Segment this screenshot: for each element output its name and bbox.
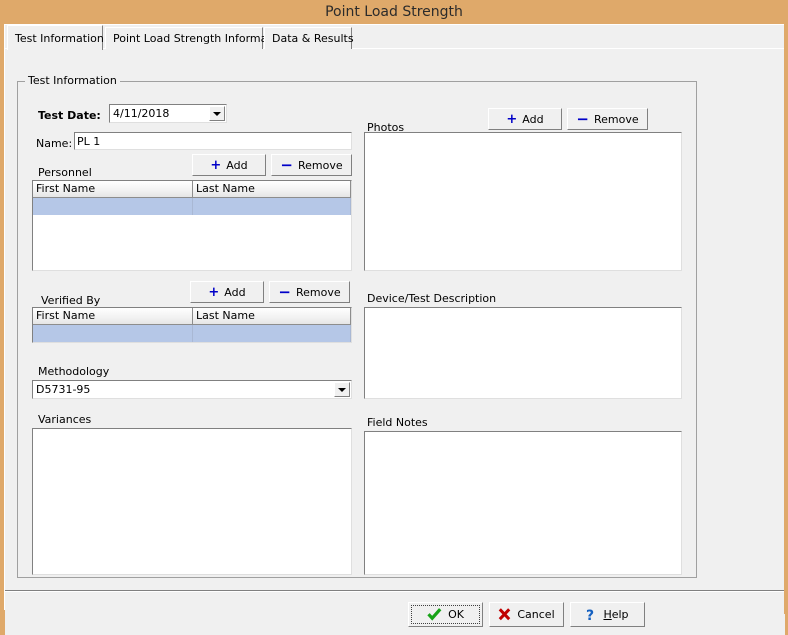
help-button-label-rest: elp <box>612 608 629 621</box>
field-notes-label: Field Notes <box>367 416 428 429</box>
tab-data-and-results[interactable]: Data & Results <box>264 27 352 49</box>
personnel-label: Personnel <box>38 166 92 179</box>
chevron-down-icon <box>338 388 346 392</box>
name-value: PL 1 <box>77 135 100 148</box>
name-input[interactable]: PL 1 <box>74 132 352 150</box>
plus-icon: + <box>210 160 221 171</box>
tab-data-and-results-label: Data & Results <box>272 32 354 45</box>
minus-icon: − <box>278 287 291 298</box>
chevron-down-icon <box>213 112 221 116</box>
verified-by-remove-button[interactable]: − Remove <box>269 281 350 303</box>
personnel-cell-last-name[interactable] <box>193 198 351 215</box>
personnel-cell-first-name[interactable] <box>33 198 193 215</box>
window-title-bar: Point Load Strength <box>0 0 788 24</box>
field-notes-textarea[interactable] <box>364 431 682 575</box>
personnel-grid-inner: First Name Last Name <box>33 181 351 270</box>
tab-test-information-label: Test Information <box>15 32 104 45</box>
cancel-button-label: Cancel <box>517 608 554 621</box>
verified-by-add-label: Add <box>224 286 245 299</box>
verified-by-grid-header: First Name Last Name <box>33 308 351 325</box>
personnel-remove-button[interactable]: − Remove <box>271 154 352 176</box>
group-box-legend: Test Information <box>25 75 120 87</box>
personnel-add-label: Add <box>226 159 247 172</box>
plus-icon: + <box>506 114 517 125</box>
photos-remove-label: Remove <box>594 113 639 126</box>
red-x-icon <box>498 608 511 621</box>
verified-by-grid-inner: First Name Last Name <box>33 308 351 342</box>
variances-textarea[interactable] <box>32 428 352 575</box>
verified-by-add-button[interactable]: + Add <box>190 281 264 303</box>
photos-add-button[interactable]: + Add <box>488 108 562 130</box>
tab-test-information[interactable]: Test Information <box>7 25 103 50</box>
verified-by-remove-label: Remove <box>296 286 341 299</box>
methodology-label: Methodology <box>38 365 109 378</box>
verified-by-grid[interactable]: First Name Last Name <box>32 307 352 343</box>
blue-question-icon: ? <box>586 608 597 622</box>
methodology-combo[interactable]: D5731-95 <box>32 380 352 399</box>
client-area: Test Information Point Load Strength Inf… <box>4 24 784 610</box>
photos-list[interactable] <box>364 132 682 271</box>
personnel-grid-header: First Name Last Name <box>33 181 351 198</box>
minus-icon: − <box>280 160 293 171</box>
name-label: Name: <box>36 137 72 150</box>
methodology-value: D5731-95 <box>36 383 90 396</box>
table-row[interactable] <box>33 198 351 215</box>
minus-icon: − <box>576 114 589 125</box>
personnel-add-button[interactable]: + Add <box>192 154 266 176</box>
personnel-column-first-name[interactable]: First Name <box>33 181 193 198</box>
verified-by-column-first-name[interactable]: First Name <box>33 308 193 325</box>
plus-icon: + <box>208 287 219 298</box>
personnel-column-last-name[interactable]: Last Name <box>193 181 351 198</box>
test-date-dropdown-button[interactable] <box>209 106 225 121</box>
help-button-accel: H <box>603 608 611 621</box>
help-button[interactable]: ? Help <box>570 602 645 627</box>
verified-by-cell-last-name[interactable] <box>193 325 351 342</box>
tab-strip: Test Information Point Load Strength Inf… <box>5 25 785 49</box>
window-border-right <box>784 0 788 614</box>
test-date-combo[interactable]: 4/11/2018 <box>109 104 227 123</box>
tab-point-load-strength-information[interactable]: Point Load Strength Information <box>105 27 263 49</box>
personnel-grid[interactable]: First Name Last Name <box>32 180 352 271</box>
green-check-icon <box>427 608 442 621</box>
application-window: Point Load Strength Test Information Poi… <box>0 0 788 614</box>
verified-by-cell-first-name[interactable] <box>33 325 193 342</box>
ok-button[interactable]: OK <box>408 602 483 627</box>
tab-page-test-information: Test Information Test Date: 4/11/2018 Na… <box>5 49 785 611</box>
svg-text:?: ? <box>586 608 594 622</box>
device-test-description-textarea[interactable] <box>364 307 682 399</box>
cancel-button[interactable]: Cancel <box>489 602 564 627</box>
methodology-dropdown-button[interactable] <box>334 382 350 397</box>
ok-button-label: OK <box>448 608 464 621</box>
test-date-value: 4/11/2018 <box>113 107 169 120</box>
photos-remove-button[interactable]: − Remove <box>567 108 648 130</box>
window-title: Point Load Strength <box>325 4 463 20</box>
device-test-description-label: Device/Test Description <box>367 292 496 305</box>
photos-add-label: Add <box>522 113 543 126</box>
personnel-remove-label: Remove <box>298 159 343 172</box>
tab-point-load-strength-information-label: Point Load Strength Information <box>113 32 288 45</box>
variances-label: Variances <box>38 413 91 426</box>
verified-by-column-last-name[interactable]: Last Name <box>193 308 351 325</box>
verified-by-label: Verified By <box>41 294 100 307</box>
table-row[interactable] <box>33 325 351 342</box>
test-date-label: Test Date: <box>38 109 101 122</box>
